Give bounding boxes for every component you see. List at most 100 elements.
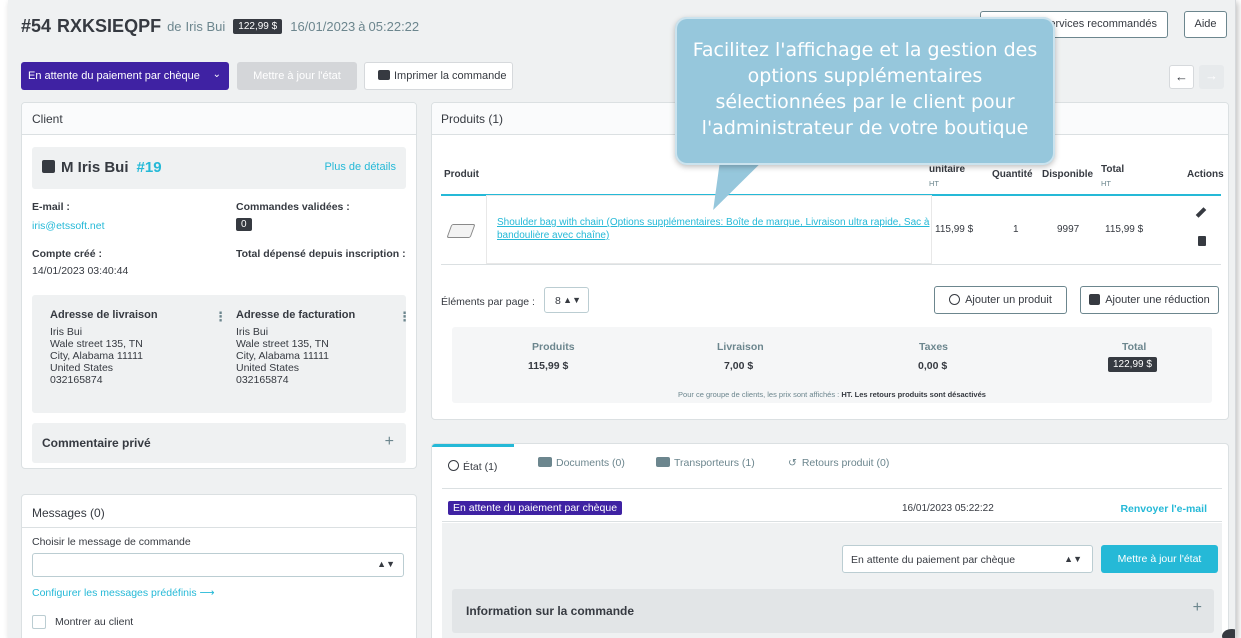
- tab-carriers[interactable]: Transporteurs (1): [656, 457, 755, 469]
- show-customer-label: Montrer au client: [55, 616, 134, 628]
- feature-callout: Facilitez l'affichage et la gestion des …: [675, 17, 1055, 165]
- order-page: #54 RXKSIEQPF de Iris Bui 122,99 $ 16/01…: [8, 0, 1236, 638]
- previous-order-button[interactable]: ←: [1169, 65, 1194, 89]
- add-discount-button[interactable]: Ajouter une réduction: [1080, 286, 1219, 314]
- totals-products-value: 115,99 $: [528, 360, 569, 372]
- print-order-button[interactable]: Imprimer la commande: [364, 62, 513, 90]
- price-display-note: Pour ce groupe de clients, les prix sont…: [452, 390, 1212, 399]
- state-select[interactable]: En attente du paiement par chèque ▲▼: [842, 545, 1093, 573]
- shipping-address-line: Iris Bui: [50, 326, 83, 338]
- order-reference: RXKSIEQPF: [57, 16, 162, 36]
- customer-box: M Iris Bui #19 Plus de détails: [32, 147, 406, 189]
- product-name-link[interactable]: Shoulder bag with chain (Options supplém…: [497, 216, 931, 242]
- totals-taxes-value: 0,00 $: [918, 360, 948, 372]
- column-actions: Actions: [1187, 169, 1224, 180]
- product-available: 9997: [1057, 224, 1080, 235]
- folder-icon: [538, 457, 552, 467]
- tab-returns[interactable]: ↺ Retours produit (0): [788, 457, 889, 469]
- state-select-value: En attente du paiement par chèque: [851, 554, 1016, 566]
- plus-circle-icon: [949, 294, 961, 305]
- email-link[interactable]: iris@etssoft.net: [32, 220, 105, 232]
- configure-messages-link[interactable]: Configurer les messages prédéfinis ⟶: [32, 587, 215, 599]
- help-button[interactable]: Aide: [1184, 11, 1227, 38]
- billing-more-icon[interactable]: ⋮: [398, 309, 411, 325]
- totals-total-label: Total: [1122, 341, 1147, 353]
- private-comment-box[interactable]: Commentaire privé +: [32, 423, 406, 463]
- state-change-box: En attente du paiement par chèque ▲▼ Met…: [442, 523, 1222, 638]
- order-customer-name: Iris Bui: [185, 19, 226, 34]
- trash-icon[interactable]: [1198, 236, 1206, 246]
- resend-email-link[interactable]: Renvoyer l'e-mail: [1120, 503, 1207, 515]
- choose-message-label: Choisir le message de commande: [32, 536, 191, 548]
- column-unit-price-sub: HT: [929, 179, 939, 188]
- product-thumbnail: [446, 224, 476, 238]
- billing-address-line: 032165874: [236, 374, 289, 386]
- status-history-row: En attente du paiement par chèque 16/01/…: [442, 496, 1222, 522]
- shipping-address-title: Adresse de livraison: [50, 309, 158, 321]
- billing-address: Adresse de facturation Iris Bui Wale str…: [236, 309, 406, 386]
- private-comment-title: Commentaire privé: [42, 436, 151, 450]
- shipping-address-line: City, Alabama 11111: [50, 350, 143, 362]
- update-state-button-disabled[interactable]: Mettre à jour l'état: [237, 62, 357, 90]
- billing-address-line: City, Alabama 11111: [236, 350, 329, 362]
- customer-name: M Iris Bui #19: [42, 159, 162, 176]
- messages-header: Messages (0): [22, 495, 416, 528]
- column-total: Total: [1101, 164, 1125, 175]
- truck-icon: [656, 457, 670, 467]
- callout-text: Facilitez l'affichage et la gestion des …: [692, 39, 1038, 139]
- column-total-sub: HT: [1101, 179, 1111, 188]
- order-title: #54 RXKSIEQPF de Iris Bui 122,99 $ 16/01…: [21, 16, 419, 37]
- validated-orders-count: 0: [236, 218, 252, 231]
- validated-orders-label: Commandes validées :: [236, 201, 350, 213]
- product-total: 115,99 $: [1105, 224, 1144, 235]
- order-status-dropdown[interactable]: En attente du paiement par chèque ⌄: [21, 62, 229, 90]
- order-total-badge: 122,99 $: [233, 19, 283, 34]
- active-tab-indicator: [432, 444, 514, 447]
- email-label: E-mail :: [32, 201, 70, 213]
- ticket-icon: [1089, 294, 1101, 305]
- next-order-button[interactable]: →: [1199, 65, 1224, 89]
- order-totals: Produits 115,99 $ Livraison 7,00 $ Taxes…: [452, 327, 1212, 403]
- order-date: 16/01/2023: [290, 19, 356, 34]
- tab-returns-label: Retours produit (0): [801, 457, 890, 469]
- account-created-date: 14/01/2023 03:40:44: [32, 265, 129, 277]
- client-card-header: Client: [22, 103, 416, 135]
- tab-documents[interactable]: Documents (0): [538, 457, 625, 469]
- order-time: 05:22:22: [368, 19, 420, 34]
- message-select[interactable]: ▲▼: [32, 553, 404, 577]
- more-details-link[interactable]: Plus de détails: [324, 161, 396, 173]
- totals-products-label: Produits: [532, 341, 575, 353]
- product-quantity: 1: [1013, 224, 1019, 235]
- show-customer-checkbox[interactable]: [32, 615, 46, 629]
- billing-address-title: Adresse de facturation: [236, 309, 356, 321]
- order-status-label: En attente du paiement par chèque: [28, 70, 200, 82]
- tab-history-label: État (1): [463, 461, 498, 473]
- order-info-section[interactable]: Information sur la commande +: [452, 589, 1214, 633]
- plus-icon[interactable]: +: [385, 433, 394, 451]
- billing-address-line: Wale street 135, TN: [236, 338, 329, 350]
- column-quantity: Quantité: [992, 169, 1033, 180]
- update-state-button[interactable]: Mettre à jour l'état: [1101, 545, 1218, 573]
- column-product: Produit: [444, 169, 479, 180]
- plus-icon[interactable]: +: [1193, 599, 1202, 617]
- tab-history[interactable]: État (1): [448, 460, 497, 473]
- order-at-text: à: [358, 19, 366, 34]
- shipping-more-icon[interactable]: ⋮: [214, 309, 227, 325]
- chat-icon[interactable]: [1222, 629, 1235, 638]
- tab-carriers-label: Transporteurs (1): [674, 457, 755, 469]
- per-page-select[interactable]: 8 ▲▼: [544, 287, 589, 313]
- history-icon: [448, 460, 459, 471]
- product-unit-price: 115,99 $: [935, 224, 974, 235]
- messages-card: Messages (0) Choisir le message de comma…: [21, 494, 417, 638]
- undo-icon: ↺: [788, 457, 797, 469]
- printer-icon: [378, 70, 390, 80]
- shipping-address-line: 032165874: [50, 374, 103, 386]
- id-card-icon: [42, 160, 55, 173]
- totals-taxes-label: Taxes: [919, 341, 948, 353]
- account-created-label: Compte créé :: [32, 248, 103, 260]
- addresses-box: Adresse de livraison Iris Bui Wale stree…: [32, 295, 411, 413]
- pencil-icon[interactable]: [1195, 207, 1207, 218]
- add-product-button[interactable]: Ajouter un produit: [934, 286, 1067, 314]
- select-arrows-icon: ▲▼: [563, 295, 581, 305]
- per-page-label: Éléments par page :: [441, 296, 535, 308]
